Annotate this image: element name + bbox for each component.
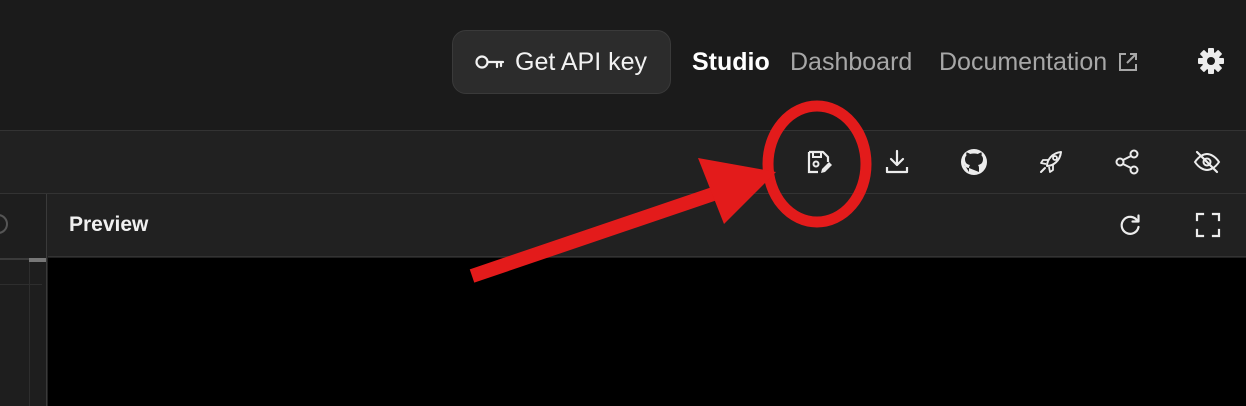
nav-dashboard[interactable]: Dashboard — [790, 46, 912, 78]
get-api-key-label: Get API key — [515, 47, 648, 76]
settings-button[interactable] — [1196, 46, 1226, 76]
hide-preview-icon — [1193, 150, 1221, 174]
preview-header — [48, 194, 1246, 257]
editor-vertical-divider — [29, 260, 30, 406]
external-link-icon — [1119, 53, 1138, 71]
editor-gutter — [0, 194, 47, 406]
download-button[interactable] — [881, 146, 913, 178]
download-icon — [885, 149, 909, 174]
refresh-icon — [1120, 214, 1140, 235]
save-edit-button[interactable] — [803, 146, 835, 178]
preview-canvas[interactable] — [48, 258, 1246, 406]
get-api-key-button[interactable]: Get API key — [452, 30, 671, 94]
gear-icon — [1198, 48, 1224, 74]
save-edit-icon — [807, 150, 832, 174]
refresh-button[interactable] — [1115, 210, 1145, 240]
share-icon — [1115, 149, 1139, 175]
share-button[interactable] — [1112, 146, 1144, 178]
preview-title: Preview — [69, 213, 149, 236]
editor-divider-secondary — [0, 284, 42, 285]
hide-preview-button[interactable] — [1191, 146, 1223, 178]
nav-documentation[interactable]: Documentation — [939, 46, 1139, 78]
nav-documentation-label: Documentation — [939, 48, 1108, 76]
fullscreen-button[interactable] — [1193, 210, 1223, 240]
nav-studio[interactable]: Studio — [692, 46, 770, 78]
github-button[interactable] — [958, 146, 990, 178]
fullscreen-icon — [1195, 212, 1221, 238]
github-icon — [961, 149, 987, 175]
rocket-icon — [1040, 151, 1062, 173]
scrollbar-thumb[interactable] — [29, 258, 46, 262]
deploy-button[interactable] — [1035, 146, 1067, 178]
collapse-icon[interactable] — [0, 214, 8, 234]
key-icon — [475, 55, 505, 69]
top-header: Get API key Studio Dashboard Documentati… — [0, 0, 1246, 128]
